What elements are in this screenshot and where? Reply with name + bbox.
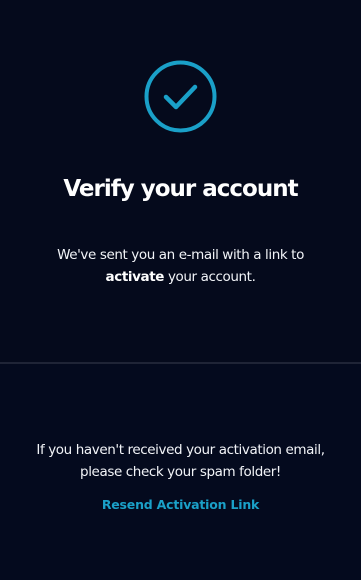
message-text-end: your account. (164, 269, 256, 285)
check-circle-icon (144, 60, 217, 133)
spam-folder-note: If you haven't received your activation … (36, 442, 325, 480)
page-title: Verify your account (63, 176, 298, 202)
resend-activation-link[interactable]: Resend Activation Link (0, 497, 361, 512)
message-text: We've sent you an e-mail with a link to (57, 247, 304, 263)
verification-message: We've sent you an e-mail with a link to … (30, 244, 331, 288)
message-emphasis: activate (105, 269, 165, 285)
